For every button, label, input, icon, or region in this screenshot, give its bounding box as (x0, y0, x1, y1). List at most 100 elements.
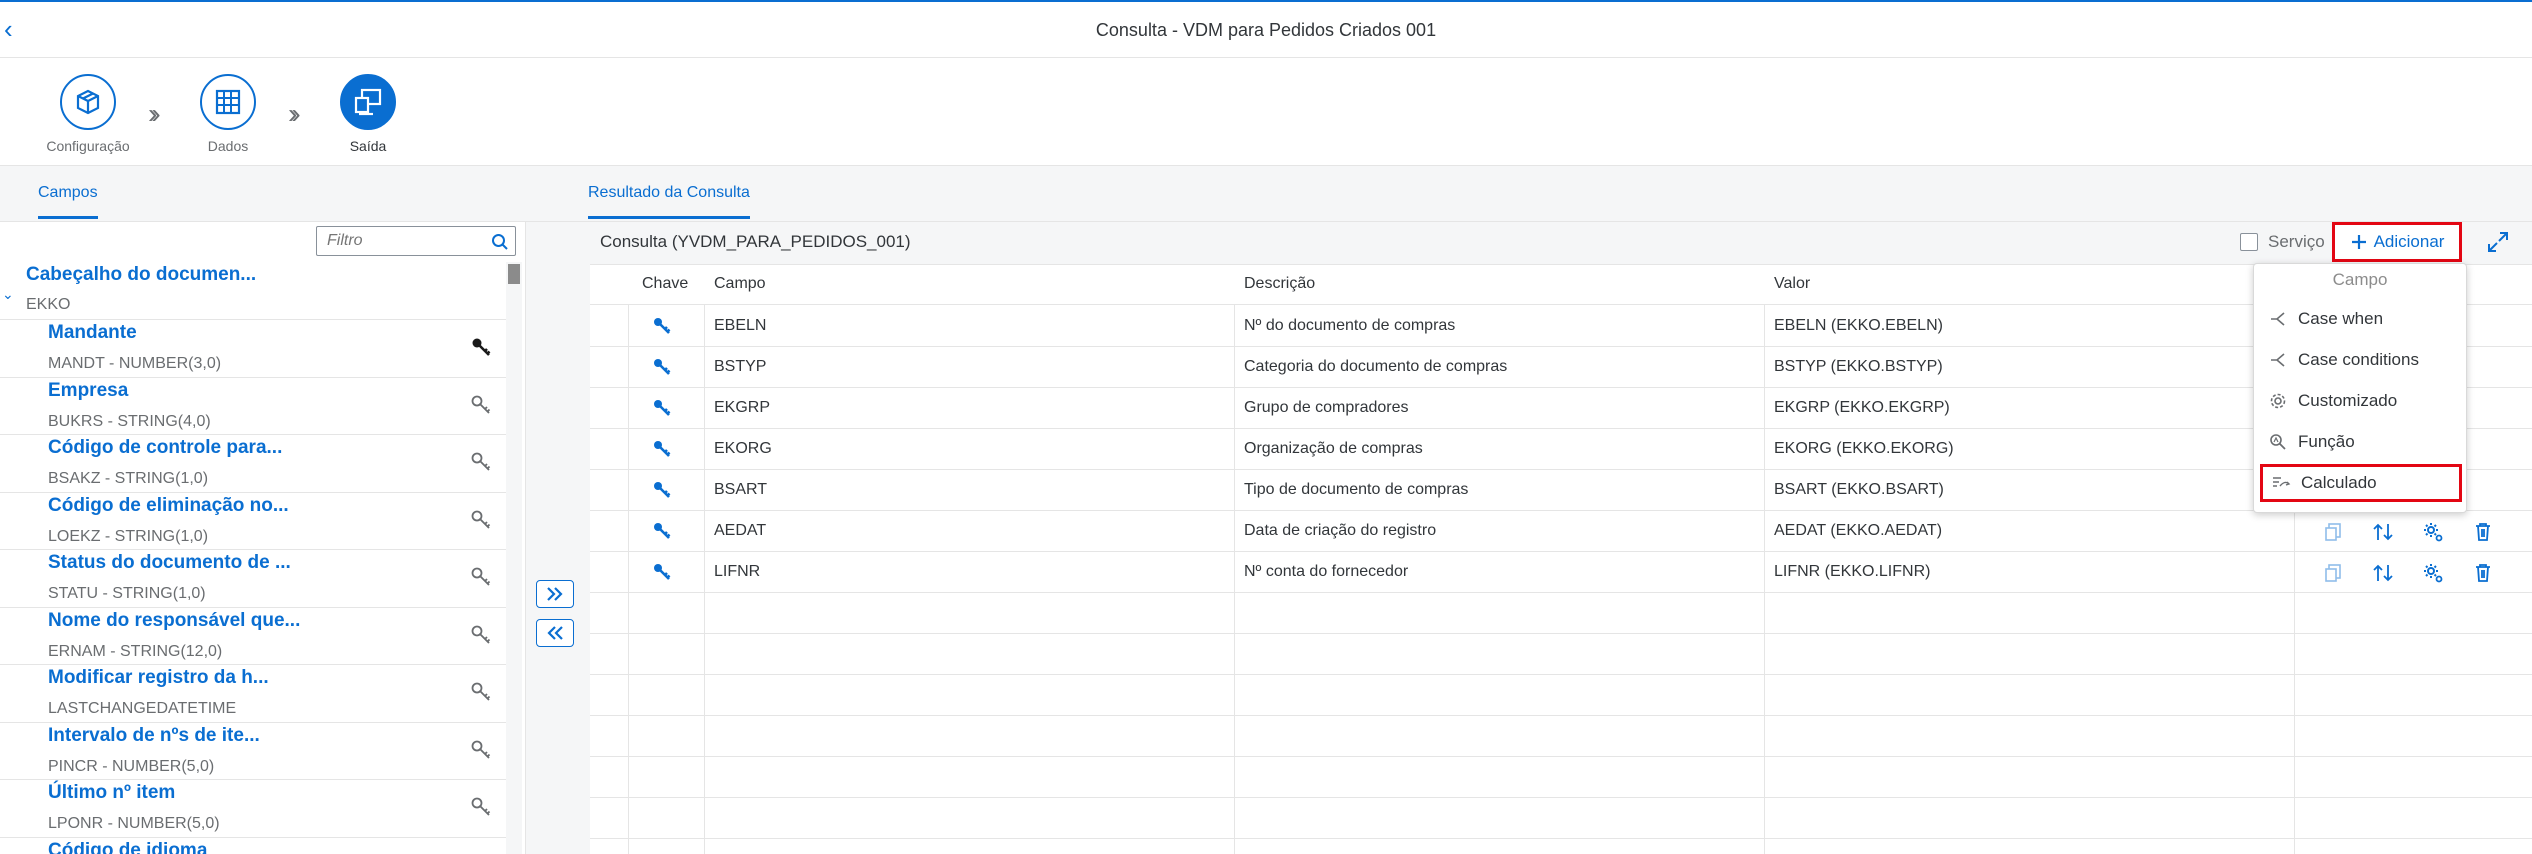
field-item[interactable]: Código de idioma (0, 838, 506, 854)
filter-input[interactable] (317, 227, 477, 255)
key-icon[interactable] (652, 357, 672, 382)
key-icon[interactable] (470, 566, 492, 593)
key-icon[interactable] (470, 739, 492, 766)
sort-icon[interactable] (2372, 562, 2394, 584)
sort-icon[interactable] (2372, 521, 2394, 543)
cell-value: BSART (EKKO.BSART) (1774, 481, 1944, 498)
table-row[interactable]: EBELN Nº do documento de compras EBELN (… (590, 306, 2532, 347)
cell-field: EBELN (714, 317, 767, 334)
output-icon (340, 74, 396, 130)
wizard-step-label: Saída (349, 138, 387, 154)
settings-icon[interactable] (2422, 562, 2444, 584)
table-row-empty (590, 798, 2532, 839)
field-item[interactable]: Intervalo de nºs de ite... PINCR - NUMBE… (0, 723, 506, 780)
menu-item-label: Calculado (2301, 473, 2377, 492)
field-item[interactable]: Nome do responsável que... ERNAM - STRIN… (0, 608, 506, 665)
table-header: Chave Campo Descrição Valor (590, 265, 2532, 305)
menu-item-function[interactable]: Função (2260, 423, 2462, 461)
key-icon[interactable] (470, 336, 492, 363)
chevron-down-icon[interactable]: ⌄ (2, 286, 14, 303)
chevron-double-right-icon (547, 587, 563, 601)
table-row[interactable]: AEDAT Data de criação do registro AEDAT … (590, 511, 2532, 552)
section-tabs: Campos Resultado da Consulta (0, 166, 2532, 222)
field-item[interactable]: Código de eliminação no... LOEKZ - STRIN… (0, 493, 506, 550)
move-left-button[interactable] (536, 619, 574, 647)
key-icon[interactable] (470, 509, 492, 536)
menu-item-case-conditions[interactable]: Case conditions (2260, 341, 2462, 379)
menu-item-label: Customizado (2298, 391, 2398, 410)
trash-icon[interactable] (2472, 521, 2494, 543)
wizard-step-output[interactable]: Saída (318, 74, 418, 172)
menu-item-label: Função (2298, 432, 2355, 451)
copy-icon[interactable] (2322, 521, 2344, 543)
chevron-double-right-icon: ›› (288, 98, 300, 129)
table-row[interactable]: EKGRP Grupo de compradores EKGRP (EKKO.E… (590, 388, 2532, 429)
fields-panel: ⌄ Cabeçalho do documen... EKKO Mandante … (0, 222, 526, 854)
wizard-step-configuration[interactable]: Configuração (38, 74, 138, 154)
cell-value: AEDAT (EKKO.AEDAT) (1774, 522, 1943, 539)
gear-icon (2268, 392, 2288, 410)
tab-query-result[interactable]: Resultado da Consulta (588, 184, 750, 219)
field-item[interactable]: Empresa BUKRS - STRING(4,0) (0, 378, 506, 435)
scrollbar-thumb[interactable] (508, 264, 520, 284)
menu-item-case-when[interactable]: Case when (2260, 300, 2462, 338)
field-type: PINCR - NUMBER(5,0) (48, 757, 215, 775)
cell-description: Grupo de compradores (1244, 399, 1409, 416)
copy-icon[interactable] (2322, 562, 2344, 584)
wizard-progress: Configuração ›› Dados ›› Saída (0, 58, 2532, 172)
field-item[interactable]: Mandante MANDT - NUMBER(3,0) (0, 320, 506, 378)
field-item[interactable]: Último nº item LPONR - NUMBER(5,0) (0, 780, 506, 838)
shell-header: ‹ Consulta - VDM para Pedidos Criados 00… (0, 0, 2532, 58)
chevron-double-right-icon: ›› (148, 98, 160, 129)
filter-field[interactable] (316, 226, 516, 256)
field-name: Código de controle para... (48, 437, 283, 458)
field-type: MANDT - NUMBER(3,0) (48, 355, 222, 372)
menu-item-custom[interactable]: Customizado (2260, 382, 2462, 420)
key-icon[interactable] (470, 796, 492, 823)
settings-icon[interactable] (2422, 521, 2444, 543)
cell-field: LIFNR (714, 563, 761, 580)
toolbar-title: Consulta (YVDM_PARA_PEDIDOS_001) (600, 232, 911, 251)
field-item[interactable]: Status do documento de ... STATU - STRIN… (0, 550, 506, 608)
branch-icon (2268, 351, 2288, 369)
menu-item-calculated[interactable]: Calculado (2260, 464, 2462, 502)
service-checkbox[interactable] (2240, 233, 2258, 251)
table-row[interactable]: BSTYP Categoria do documento de compras … (590, 347, 2532, 388)
key-icon[interactable] (652, 316, 672, 341)
fields-scrollbar[interactable] (506, 262, 522, 854)
search-icon[interactable] (491, 233, 509, 256)
field-item[interactable]: Código de controle para... BSAKZ - STRIN… (0, 435, 506, 493)
field-item[interactable]: Modificar registro da h... LASTCHANGEDAT… (0, 665, 506, 723)
table-row[interactable]: LIFNR Nº conta do fornecedor LIFNR (EKKO… (590, 552, 2532, 593)
field-name: Empresa (48, 379, 129, 401)
wizard-step-data[interactable]: Dados (178, 74, 278, 154)
key-icon[interactable] (652, 480, 672, 505)
tab-fields[interactable]: Campos (38, 184, 98, 219)
key-icon[interactable] (652, 521, 672, 546)
field-type: LPONR - NUMBER(5,0) (48, 815, 220, 832)
tree-group-header[interactable]: ⌄ Cabeçalho do documen... EKKO (0, 262, 506, 320)
row-actions (2322, 521, 2494, 543)
fullscreen-icon[interactable] (2486, 230, 2510, 259)
table-row[interactable]: BSART Tipo de documento de compras BSART… (590, 470, 2532, 511)
key-icon[interactable] (652, 562, 672, 587)
key-icon[interactable] (470, 624, 492, 651)
trash-icon[interactable] (2472, 562, 2494, 584)
key-icon[interactable] (470, 451, 492, 478)
cell-field: EKORG (714, 440, 772, 457)
service-label: Serviço (2268, 232, 2325, 251)
add-menu-popover: Campo Case when Case conditions Customiz… (2253, 263, 2467, 513)
branch-icon (2268, 310, 2288, 328)
menu-item-label: Case when (2298, 309, 2384, 328)
cell-description: Organização de compras (1244, 440, 1423, 457)
add-button[interactable]: Adicionar (2332, 222, 2462, 262)
key-icon[interactable] (470, 394, 492, 421)
key-icon[interactable] (470, 681, 492, 708)
table-row[interactable]: EKORG Organização de compras EKORG (EKKO… (590, 429, 2532, 470)
key-icon[interactable] (652, 439, 672, 464)
page-title: Consulta - VDM para Pedidos Criados 001 (1095, 20, 1437, 40)
key-icon[interactable] (652, 398, 672, 423)
field-type: BUKRS - STRING(4,0) (48, 412, 211, 430)
move-right-button[interactable] (536, 580, 574, 608)
add-button-label: Adicionar (2373, 232, 2445, 251)
